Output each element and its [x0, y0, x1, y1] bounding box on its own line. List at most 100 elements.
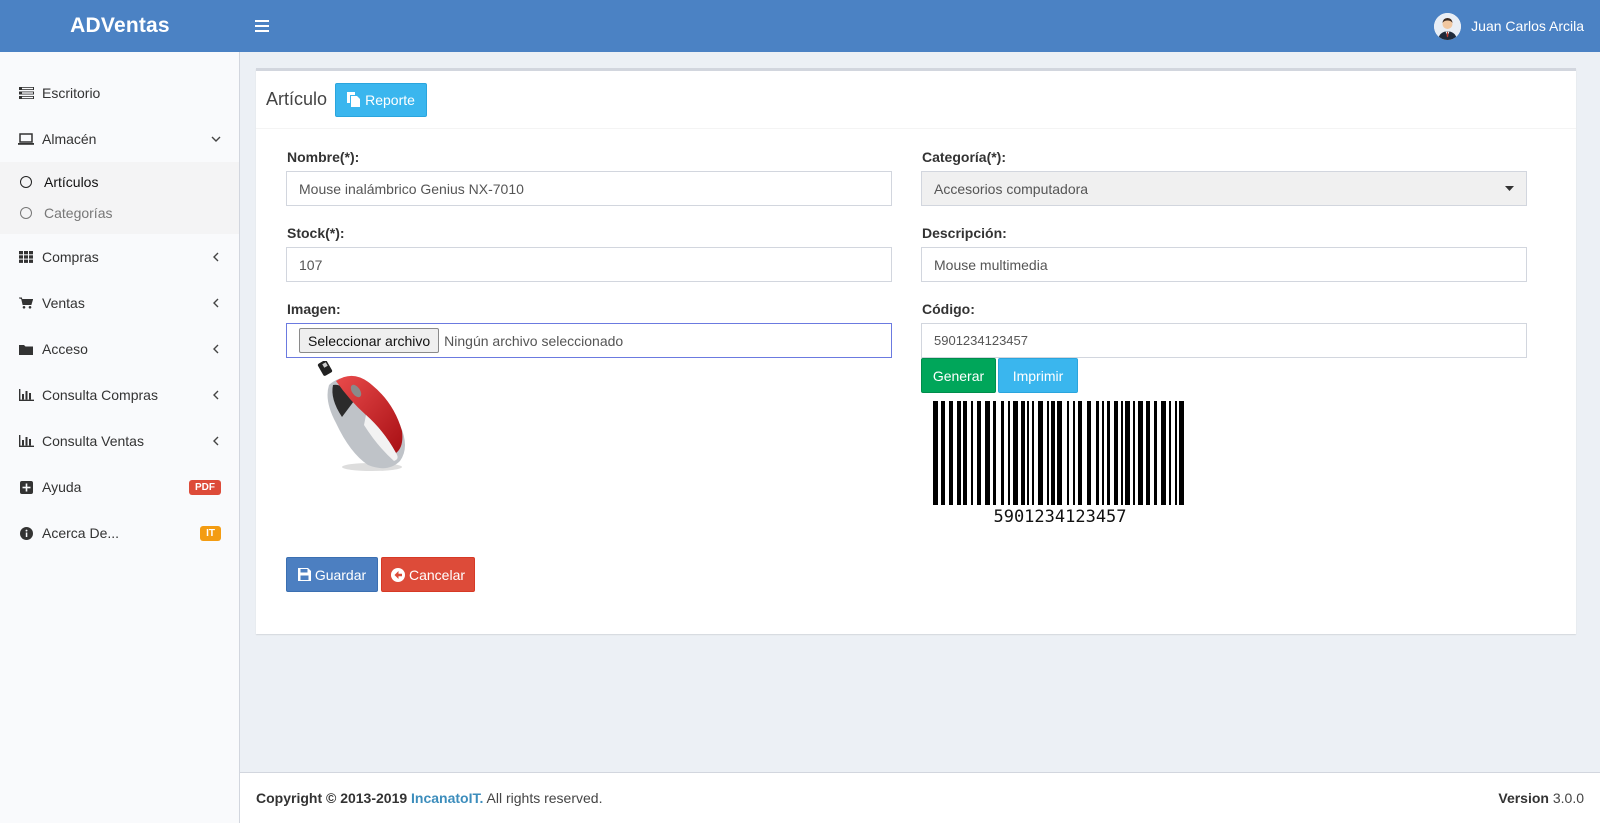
cancel-button-label: Cancelar — [408, 566, 466, 583]
article-form-box: Artículo Reporte Nombre(*): Mouse inalám… — [256, 68, 1576, 634]
bar-chart-icon — [18, 433, 34, 449]
save-button[interactable]: Guardar — [286, 557, 378, 592]
copyright-text: Copyright © 2013-2019 — [256, 790, 408, 806]
nombre-input[interactable]: Mouse inalámbrico Genius NX-7010 — [286, 171, 892, 206]
sidebar-item-ventas[interactable]: Ventas — [0, 280, 239, 326]
barcode-bar — [1121, 401, 1123, 505]
sidebar-subitem-categorias[interactable]: Categorías — [0, 197, 239, 228]
select-file-button[interactable]: Seleccionar archivo — [299, 328, 440, 353]
rights-text: All rights reserved. — [486, 790, 603, 806]
chevron-left-icon — [211, 436, 221, 446]
laptop-icon — [18, 131, 34, 147]
barcode-bar — [1096, 401, 1099, 505]
folder-icon — [18, 341, 34, 357]
sidebar-item-consulta-compras[interactable]: Consulta Compras — [0, 372, 239, 418]
sidebar-item-consulta-ventas[interactable]: Consulta Ventas — [0, 418, 239, 464]
app-logo[interactable]: ADVentas — [0, 0, 240, 52]
categoria-value: Accesorios computadora — [934, 180, 1089, 197]
sidebar-item-label: Consulta Compras — [42, 387, 158, 403]
product-image — [314, 360, 414, 471]
chevron-left-icon — [211, 390, 221, 400]
generate-button[interactable]: Generar — [921, 358, 996, 393]
user-name: Juan Carlos Arcila — [1471, 18, 1584, 34]
print-button[interactable]: Imprimir — [998, 358, 1078, 393]
categoria-label: Categoría(*): — [922, 149, 1007, 165]
sidebar: Escritorio Almacén Artículos Categorías … — [0, 52, 240, 823]
almacen-submenu: Artículos Categorías — [0, 162, 239, 234]
sidebar-item-ayuda[interactable]: Ayuda PDF — [0, 464, 239, 510]
descripcion-input[interactable]: Mouse multimedia — [921, 247, 1527, 282]
page-title: Artículo — [266, 89, 328, 109]
barcode-bar — [1078, 401, 1082, 505]
codigo-label: Código: — [922, 301, 975, 317]
chevron-left-icon — [211, 344, 221, 354]
stock-input[interactable]: 107 — [286, 247, 892, 282]
shopping-cart-icon — [18, 295, 34, 311]
sidebar-subitem-articulos[interactable]: Artículos — [0, 166, 239, 197]
sidebar-item-label: Compras — [42, 249, 99, 265]
nombre-value: Mouse inalámbrico Genius NX-7010 — [299, 180, 524, 197]
nombre-label: Nombre(*): — [287, 149, 360, 165]
sidebar-item-compras[interactable]: Compras — [0, 234, 239, 280]
top-navbar: ADVentas Juan Carlos Arcila — [0, 0, 1600, 52]
barcode-bar — [1114, 401, 1118, 505]
image-file-input[interactable]: Seleccionar archivo Ningún archivo selec… — [286, 323, 892, 358]
footer-copyright: Copyright © 2013-2019 IncanatoIT. All ri… — [256, 790, 602, 806]
barcode-number: 5901234123457 — [993, 507, 1127, 527]
cancel-button[interactable]: Cancelar — [381, 557, 475, 592]
barcode-bar — [949, 401, 953, 505]
barcode-bar — [1038, 401, 1043, 505]
circle-icon — [20, 175, 32, 188]
barcode-bar — [1067, 401, 1069, 505]
barcode-bar — [1032, 401, 1034, 505]
footer: Copyright © 2013-2019 IncanatoIT. All ri… — [240, 772, 1600, 823]
barcode-bar — [1169, 401, 1171, 505]
sidebar-item-label: Acceso — [42, 341, 88, 357]
company-link[interactable]: IncanatoIT. — [411, 790, 483, 806]
barcode-bar — [1027, 401, 1029, 505]
barcode-bar — [941, 401, 945, 505]
report-button-label: Reporte — [365, 91, 415, 108]
codigo-input[interactable]: 5901234123457 — [921, 323, 1527, 358]
barcode-bar — [1125, 401, 1130, 505]
bar-chart-icon — [18, 387, 34, 403]
sidebar-toggle-button[interactable] — [240, 0, 284, 52]
sidebar-item-label: Escritorio — [42, 85, 101, 101]
chevron-down-icon — [211, 134, 221, 144]
barcode-bar — [1175, 401, 1177, 505]
plus-square-icon — [18, 479, 34, 495]
report-button[interactable]: Reporte — [335, 82, 428, 117]
circle-icon — [20, 206, 32, 219]
user-menu[interactable]: Juan Carlos Arcila — [1434, 0, 1584, 52]
sidebar-item-acerca-de[interactable]: Acerca De... IT — [0, 510, 239, 556]
barcode-bar — [1154, 401, 1157, 505]
stock-label: Stock(*): — [287, 225, 345, 241]
barcode-bar — [1102, 401, 1104, 505]
barcode-bar — [1008, 401, 1010, 505]
it-badge: IT — [200, 525, 221, 541]
hamburger-icon — [255, 20, 269, 32]
barcode-bar — [977, 401, 981, 505]
avatar — [1434, 12, 1462, 40]
dashboard-icon — [18, 85, 34, 101]
descripcion-value: Mouse multimedia — [934, 256, 1048, 273]
sidebar-item-label: Consulta Ventas — [42, 433, 144, 449]
barcode-bar — [1073, 401, 1075, 505]
sidebar-item-almacen[interactable]: Almacén — [0, 116, 239, 162]
imagen-label: Imagen: — [287, 301, 341, 317]
stock-value: 107 — [299, 256, 323, 273]
barcode-bar — [1107, 401, 1110, 505]
user-avatar-icon — [1434, 12, 1462, 40]
file-status-text: Ningún archivo seleccionado — [444, 332, 624, 349]
barcode-bar — [1001, 401, 1004, 505]
version-label: Version — [1498, 790, 1549, 806]
barcode-bar — [933, 401, 938, 505]
categoria-select[interactable]: Accesorios computadora — [921, 171, 1527, 206]
barcode-bar — [957, 401, 961, 505]
version-value: 3.0.0 — [1552, 790, 1584, 806]
sidebar-item-escritorio[interactable]: Escritorio — [0, 70, 239, 116]
pdf-badge: PDF — [189, 479, 221, 495]
main-content: Artículo Reporte Nombre(*): Mouse inalám… — [240, 52, 1600, 772]
barcode-bar — [985, 401, 990, 505]
sidebar-item-acceso[interactable]: Acceso — [0, 326, 239, 372]
